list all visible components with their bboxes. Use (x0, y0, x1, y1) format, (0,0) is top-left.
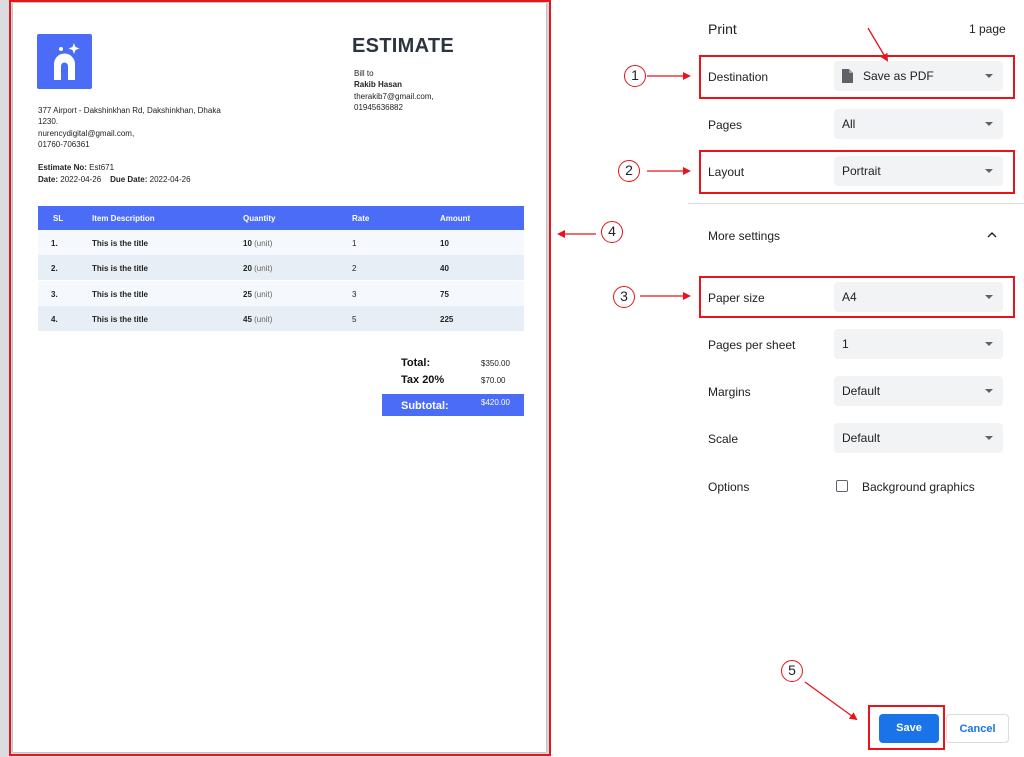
annotation-arrows (557, 27, 889, 721)
annotation-marker-1: 1 (624, 65, 646, 87)
annotation-marker-2: 2 (618, 160, 640, 182)
annotation-marker-3: 3 (613, 286, 635, 308)
annotation-marker-4: 4 (601, 221, 623, 243)
annotation-marker-5: 5 (781, 660, 803, 682)
